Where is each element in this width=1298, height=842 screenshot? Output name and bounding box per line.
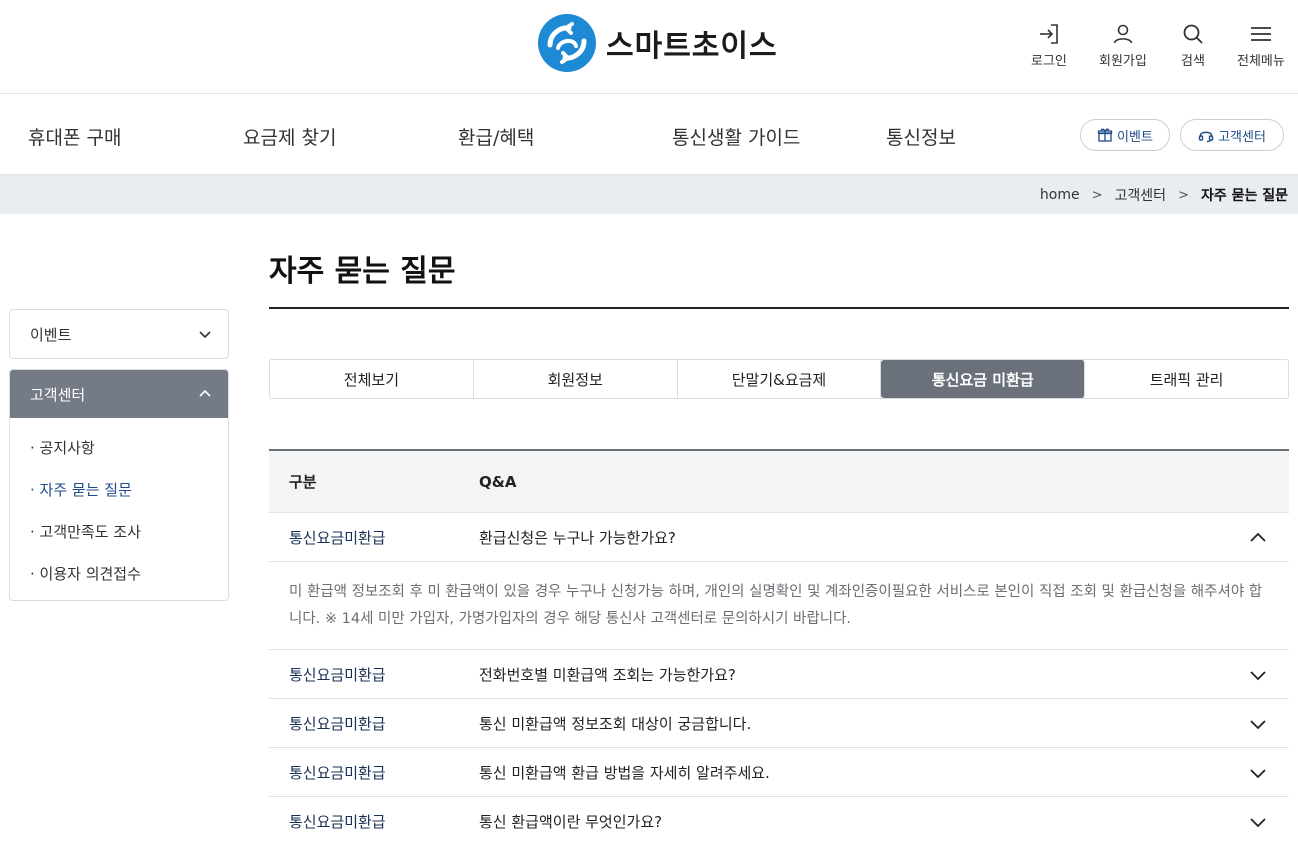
sidebar-item-notice[interactable]: · 공지사항 [30, 426, 228, 468]
sidebar-event-toggle[interactable]: 이벤트 [10, 310, 228, 358]
header-category: 구분 [289, 473, 317, 491]
user-icon [1113, 24, 1133, 44]
chevron-right-icon: > [1091, 187, 1103, 203]
faq-category: 통신요금미환급 [289, 665, 386, 684]
page-title: 자주 묻는 질문 [269, 254, 456, 289]
faq-question: 전화번호별 미환급액 조회는 가능한가요? [479, 665, 736, 684]
site-name: 스마트초이스 [606, 29, 778, 64]
login-icon [1039, 24, 1058, 44]
nav-phone-purchase[interactable]: 휴대폰 구매 [28, 123, 121, 150]
faq-category: 통신요금미환급 [289, 812, 386, 831]
tab-unrefunded-fees[interactable]: 통신요금 미환급 [881, 360, 1086, 398]
chevron-up-icon[interactable] [1249, 529, 1267, 547]
tab-device-plan[interactable]: 단말기&요금제 [678, 360, 882, 398]
chevron-down-icon[interactable] [1249, 813, 1267, 831]
sidebar-item-feedback[interactable]: · 이용자 의견접수 [30, 552, 228, 594]
nav-telecom-info[interactable]: 통신정보 [886, 123, 956, 150]
faq-answer: 미 환급액 정보조회 후 미 환급액이 있을 경우 누구나 신청가능 하며, 개… [269, 562, 1289, 650]
header-qa: Q&A [479, 472, 517, 491]
sidebar-support-toggle[interactable]: 고객센터 [10, 370, 228, 418]
all-menu-button[interactable]: 전체메뉴 [1237, 22, 1285, 69]
faq-row-open[interactable]: 통신요금미환급 환급신청은 누구나 가능한가요? [269, 513, 1289, 562]
search-button[interactable]: 검색 [1181, 22, 1205, 69]
nav-refund-benefit[interactable]: 환급/혜택 [458, 123, 534, 150]
chevron-down-icon[interactable] [1249, 666, 1267, 684]
faq-category: 통신요금미환급 [289, 714, 386, 733]
faq-category: 통신요금미환급 [289, 528, 386, 547]
login-button[interactable]: 로그인 [1031, 22, 1067, 69]
menu-icon [1250, 27, 1271, 41]
breadcrumb-section[interactable]: 고객센터 [1115, 185, 1167, 205]
nav-life-guide[interactable]: 통신생활 가이드 [672, 123, 800, 150]
sidebar-support: 고객센터 · 공지사항 · 자주 묻는 질문 · 고객만족도 조사 · 이용자 … [9, 369, 229, 601]
faq-question: 통신 미환급액 정보조회 대상이 궁금합니다. [479, 714, 752, 733]
sidebar-item-survey[interactable]: · 고객만족도 조사 [30, 510, 228, 552]
faq-row[interactable]: 통신요금미환급 통신 환급액이란 무엇인가요? [269, 797, 1289, 842]
faq-row[interactable]: 통신요금미환급 통신 미환급액 정보조회 대상이 궁금합니다. [269, 699, 1289, 748]
faq-category-tabs: 전체보기 회원정보 단말기&요금제 통신요금 미환급 트래픽 관리 [269, 359, 1289, 399]
chevron-down-icon[interactable] [1249, 764, 1267, 782]
tab-traffic[interactable]: 트래픽 관리 [1085, 360, 1288, 398]
customer-center-button[interactable]: 고객센터 [1180, 119, 1284, 151]
sidebar-support-list: · 공지사항 · 자주 묻는 질문 · 고객만족도 조사 · 이용자 의견접수 [10, 418, 228, 600]
faq-question: 통신 환급액이란 무엇인가요? [479, 812, 663, 831]
tab-member-info[interactable]: 회원정보 [474, 360, 678, 398]
faq-question: 통신 미환급액 환급 방법을 자세히 알려주세요. [479, 763, 770, 782]
sidebar-event: 이벤트 [9, 309, 229, 359]
breadcrumb: home > 고객센터 > 자주 묻는 질문 [1040, 185, 1288, 205]
headset-icon [1198, 131, 1214, 143]
faq-row[interactable]: 통신요금미환급 통신 미환급액 환급 방법을 자세히 알려주세요. [269, 748, 1289, 797]
top-header: 스마트초이스 로그인 회원가입 검색 전체메뉴 [0, 0, 1298, 94]
faq-category: 통신요금미환급 [289, 763, 386, 782]
gift-icon [1097, 128, 1113, 142]
chevron-up-icon [199, 389, 211, 397]
faq-row[interactable]: 통신요금미환급 전화번호별 미환급액 조회는 가능한가요? [269, 650, 1289, 699]
faq-table-header: 구분 Q&A [269, 451, 1289, 513]
logo-icon [538, 14, 596, 72]
breadcrumb-home[interactable]: home [1040, 187, 1080, 203]
breadcrumb-current: 자주 묻는 질문 [1200, 188, 1288, 204]
title-divider [269, 307, 1289, 309]
chevron-down-icon [199, 331, 211, 339]
tab-all[interactable]: 전체보기 [270, 360, 474, 398]
site-logo[interactable]: 스마트초이스 [538, 14, 778, 72]
chevron-down-icon[interactable] [1249, 715, 1267, 733]
breadcrumb-bar: home > 고객센터 > 자주 묻는 질문 [0, 175, 1298, 214]
nav-plan-search[interactable]: 요금제 찾기 [243, 123, 336, 150]
search-icon [1183, 24, 1203, 44]
sidebar-item-faq[interactable]: · 자주 묻는 질문 [30, 468, 228, 510]
chevron-right-icon: > [1178, 187, 1189, 203]
event-button[interactable]: 이벤트 [1080, 119, 1170, 151]
faq-question: 환급신청은 누구나 가능한가요? [479, 528, 676, 547]
main-nav: 휴대폰 구매 요금제 찾기 환급/혜택 통신생활 가이드 통신정보 이벤트 고객… [0, 95, 1298, 175]
signup-button[interactable]: 회원가입 [1099, 22, 1147, 69]
faq-table: 구분 Q&A 통신요금미환급 환급신청은 누구나 가능한가요? 미 환급액 정보… [269, 449, 1289, 842]
